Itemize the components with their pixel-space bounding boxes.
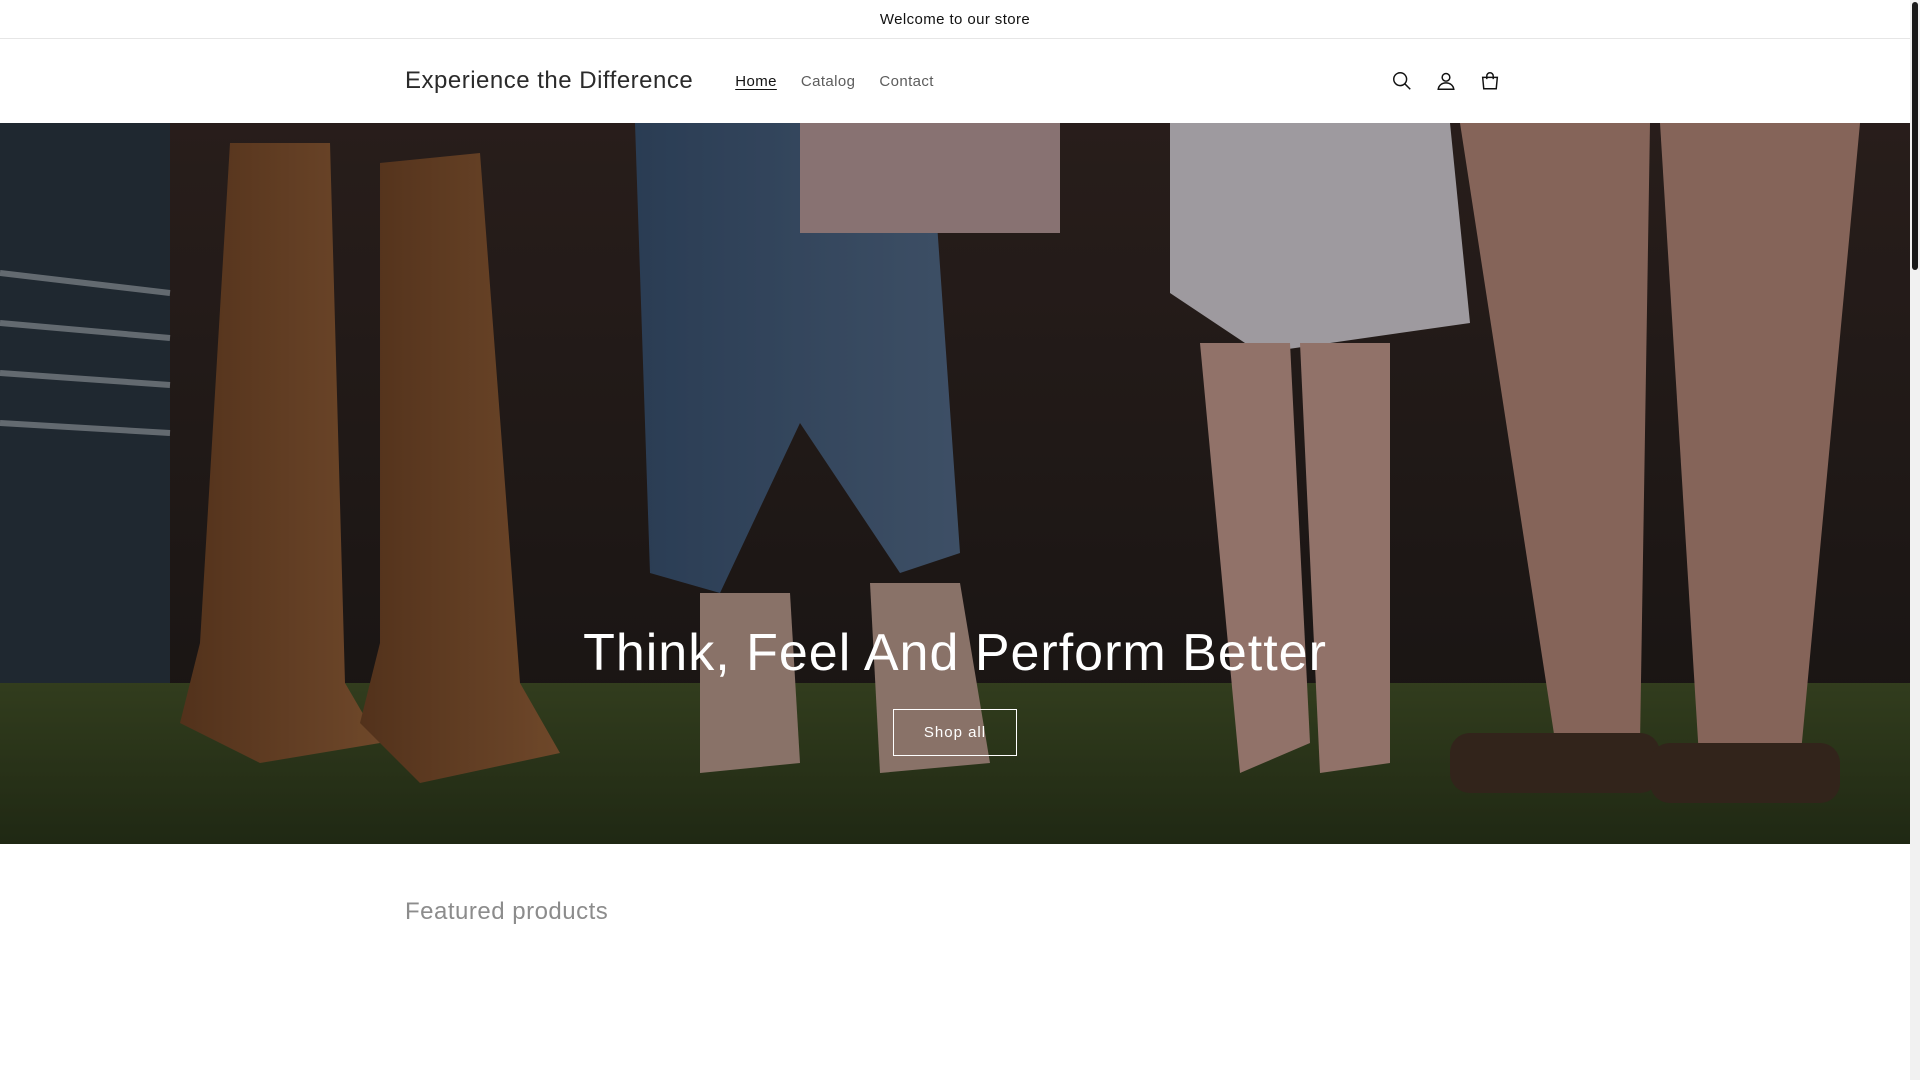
announcement-bar: Welcome to our store bbox=[0, 0, 1910, 39]
shop-all-button[interactable]: Shop all bbox=[892, 709, 1018, 756]
featured-products-section: Featured products bbox=[0, 844, 1910, 1080]
scrollbar-thumb[interactable] bbox=[1912, 2, 1918, 270]
search-icon bbox=[1393, 72, 1411, 90]
store-content: Welcome to our store Experience the Diff… bbox=[0, 0, 1910, 1080]
nav-contact-link[interactable]: Contact bbox=[867, 73, 946, 90]
store-brand-link[interactable]: Experience the Difference bbox=[405, 67, 693, 95]
nav-home-link[interactable]: Home bbox=[723, 73, 789, 90]
site-header: Experience the Difference Home Catalog C… bbox=[0, 39, 1910, 123]
featured-products-title: Featured products bbox=[405, 898, 609, 925]
search-button[interactable] bbox=[1387, 66, 1417, 96]
header-inner: Experience the Difference Home Catalog C… bbox=[405, 39, 1505, 123]
hero-banner: Think, Feel And Perform Better Shop all bbox=[0, 123, 1910, 844]
cart-icon bbox=[1481, 72, 1499, 90]
hero-title: Think, Feel And Perform Better bbox=[583, 624, 1327, 682]
account-button[interactable] bbox=[1431, 66, 1461, 96]
page-scrollbar[interactable] bbox=[1910, 0, 1920, 1080]
hero-content: Think, Feel And Perform Better Shop all bbox=[0, 623, 1910, 756]
account-icon bbox=[1437, 72, 1455, 90]
nav-catalog-link[interactable]: Catalog bbox=[789, 73, 868, 90]
page: Welcome to our store Experience the Diff… bbox=[0, 0, 1920, 1080]
header-icons bbox=[1387, 66, 1505, 96]
main-nav: Home Catalog Contact bbox=[723, 73, 946, 90]
cart-button[interactable] bbox=[1475, 66, 1505, 96]
announcement-text: Welcome to our store bbox=[879, 10, 1031, 28]
